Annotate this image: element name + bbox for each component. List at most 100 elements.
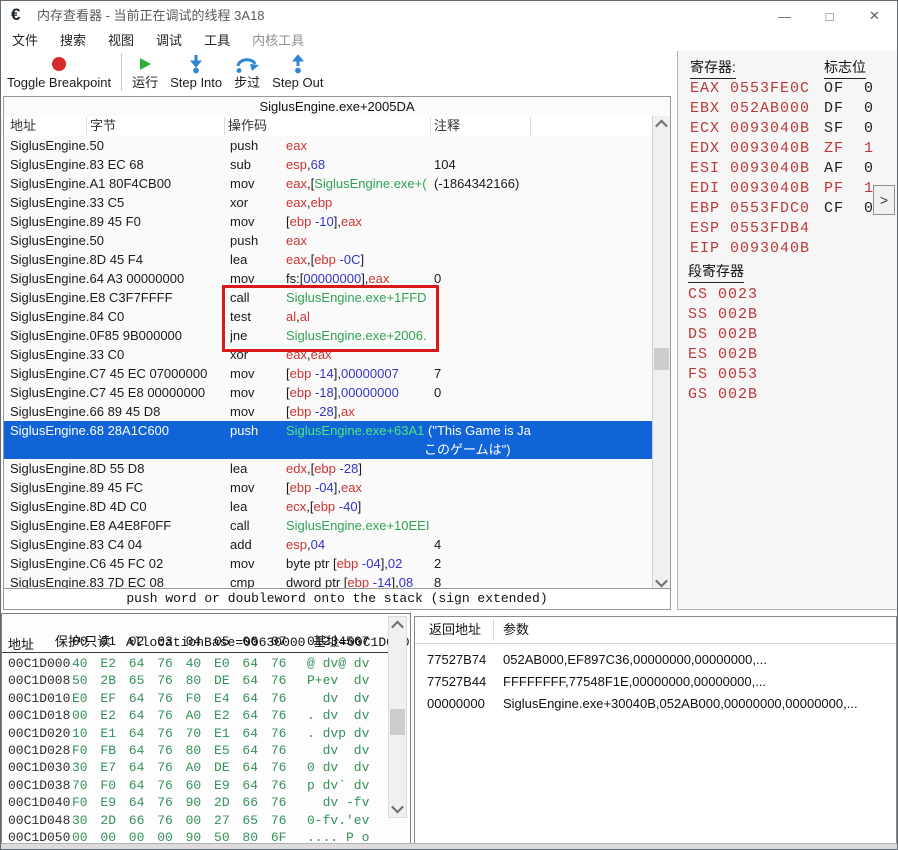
disasm-row[interactable]: SiglusEngine.33 C0xoreax,eax	[4, 345, 653, 364]
stack-panel: 返回地址 参数 77527B74052AB000,EF897C36,000000…	[414, 616, 897, 846]
register-row-edi[interactable]: EDI 0093040B	[690, 179, 810, 199]
column-opcode[interactable]: 操作码	[228, 116, 267, 136]
disasm-address-bytes: SiglusEngine.E8 A4E8F0FF	[10, 516, 226, 535]
hex-scrollbar[interactable]	[388, 616, 407, 818]
register-row-edx[interactable]: EDX 0093040B	[690, 139, 810, 159]
stack-params: 052AB000,EF897C36,00000000,00000000,...	[503, 649, 767, 671]
column-address[interactable]: 地址	[10, 116, 36, 136]
return-address-header: 返回地址	[429, 617, 481, 643]
disasm-string-continuation: このゲームは")	[424, 440, 511, 459]
minimize-button[interactable]: —	[762, 1, 807, 31]
menu-item-内核工具[interactable]: 内核工具	[241, 31, 315, 51]
disasm-row[interactable]: SiglusEngine.8D 4D C0leaecx,[ebp -40]	[4, 497, 653, 516]
hex-address: 00C1D048	[8, 812, 70, 830]
disasm-row[interactable]: SiglusEngine.84 C0testal,al	[4, 307, 653, 326]
scroll-up-button[interactable]	[653, 116, 670, 133]
hex-address: 00C1D028	[8, 742, 70, 760]
disasm-row[interactable]: SiglusEngine.C7 45 EC 07000000mov[ebp -1…	[4, 364, 653, 383]
flag-row-of[interactable]: OF 0	[824, 79, 874, 99]
window-title: 内存查看器 - 当前正在调试的线程 3A18	[37, 1, 265, 31]
disasm-operands: SiglusEngine.exe+63A1 ("This Game is Ja	[286, 421, 531, 440]
register-row-esp[interactable]: ESP 0553FDB4	[690, 219, 810, 239]
disasm-row[interactable]: SiglusEngine.89 45 F0mov[ebp -10],eax	[4, 212, 653, 231]
disassembly-panel: SiglusEngine.exe+2005DA 地址 字节 操作码 注释 Sig…	[3, 96, 671, 610]
close-button[interactable]: ✕	[852, 1, 897, 31]
hex-address: 00C1D010	[8, 690, 70, 708]
segment-row-ss[interactable]: SS 002B	[688, 305, 758, 325]
menu-item-调试[interactable]: 调试	[145, 31, 193, 51]
disasm-mnemonic: lea	[230, 497, 284, 516]
expand-registers-button[interactable]: >	[873, 185, 895, 215]
disasm-row[interactable]: SiglusEngine.83 C4 04addesp,044	[4, 535, 653, 554]
menu-item-视图[interactable]: 视图	[97, 31, 145, 51]
disasm-mnemonic: mov	[230, 174, 284, 193]
column-bytes[interactable]: 字节	[90, 116, 116, 136]
hex-ascii: 0-fv.'ev	[307, 812, 369, 830]
register-row-eip[interactable]: EIP 0093040B	[690, 239, 810, 259]
hex-scroll-down-button[interactable]	[389, 800, 406, 817]
disasm-row[interactable]: SiglusEngine.64 A3 00000000movfs:[000000…	[4, 269, 653, 288]
disasm-row[interactable]: SiglusEngine.33 C5xoreax,ebp	[4, 193, 653, 212]
run-button[interactable]: 运行	[126, 51, 164, 91]
disasm-operands: ecx,[ebp -40]	[286, 497, 432, 516]
step-over-button[interactable]: 步过	[228, 51, 266, 91]
segment-row-gs[interactable]: GS 002B	[688, 385, 758, 405]
hex-scroll-thumb[interactable]	[390, 709, 405, 735]
disasm-mnemonic: lea	[230, 250, 284, 269]
disasm-row[interactable]: SiglusEngine.68 28A1C600pushSiglusEngine…	[4, 421, 653, 459]
toolbar-separator	[121, 53, 122, 91]
disasm-row[interactable]: SiglusEngine.66 89 45 D8mov[ebp -28],ax	[4, 402, 653, 421]
menu-item-工具[interactable]: 工具	[193, 31, 241, 51]
segment-row-cs[interactable]: CS 0023	[688, 285, 758, 305]
flag-row-af[interactable]: AF 0	[824, 159, 874, 179]
segment-row-fs[interactable]: FS 0053	[688, 365, 758, 385]
flag-row-pf[interactable]: PF 1	[824, 179, 874, 199]
disasm-row[interactable]: SiglusEngine.E8 A4E8F0FFcallSiglusEngine…	[4, 516, 653, 535]
hex-scroll-up-button[interactable]	[389, 617, 406, 634]
disasm-row[interactable]: SiglusEngine.8D 45 F4leaeax,[ebp -0C]	[4, 250, 653, 269]
register-row-esi[interactable]: ESI 0093040B	[690, 159, 810, 179]
register-row-ecx[interactable]: ECX 0093040B	[690, 119, 810, 139]
disasm-operands: SiglusEngine.exe+2006.	[286, 326, 432, 345]
disasm-address-bytes: SiglusEngine.C7 45 EC 07000000	[10, 364, 226, 383]
disasm-operands: eax,ebp	[286, 193, 432, 212]
disasm-mnemonic: push	[230, 231, 284, 250]
disasm-row[interactable]: SiglusEngine.8D 55 D8leaedx,[ebp -28]	[4, 459, 653, 478]
disasm-operands: fs:[00000000],eax	[286, 269, 432, 288]
disasm-address-bytes: SiglusEngine.8D 45 F4	[10, 250, 226, 269]
disasm-row[interactable]: SiglusEngine.50pusheax	[4, 231, 653, 250]
flags-title: 标志位	[824, 57, 866, 79]
register-row-ebx[interactable]: EBX 052AB000	[690, 99, 810, 119]
flag-row-zf[interactable]: ZF 1	[824, 139, 874, 159]
disasm-scrollbar[interactable]	[652, 116, 670, 591]
step-into-button[interactable]: Step Into	[164, 51, 228, 91]
disasm-comment: 7	[434, 364, 441, 383]
flag-row-df[interactable]: DF 0	[824, 99, 874, 119]
flag-row-cf[interactable]: CF 0	[824, 199, 874, 219]
register-row-eax[interactable]: EAX 0553FE0C	[690, 79, 810, 99]
flag-row-sf[interactable]: SF 0	[824, 119, 874, 139]
hex-address: 00C1D040	[8, 794, 70, 812]
hex-bytes: 00 E2 64 76 A0 E2 64 76	[72, 707, 286, 725]
run-icon	[137, 53, 153, 75]
hexdump-panel: 保护:只读 AllocationBase=00630000 基址=00C1D00…	[1, 613, 411, 846]
maximize-button[interactable]: □	[807, 1, 852, 31]
disasm-address-bytes: SiglusEngine.8D 4D C0	[10, 497, 226, 516]
column-comment[interactable]: 注释	[434, 116, 460, 136]
disasm-row[interactable]: SiglusEngine.A1 80F4CB00moveax,[SiglusEn…	[4, 174, 653, 193]
scroll-thumb[interactable]	[654, 348, 669, 370]
disasm-row[interactable]: SiglusEngine.C6 45 FC 02movbyte ptr [ebp…	[4, 554, 653, 573]
disasm-row[interactable]: SiglusEngine.89 45 FCmov[ebp -04],eax	[4, 478, 653, 497]
step-out-button[interactable]: Step Out	[266, 51, 329, 91]
menu-item-搜索[interactable]: 搜索	[49, 31, 97, 51]
disasm-row[interactable]: SiglusEngine.E8 C3F7FFFFcallSiglusEngine…	[4, 288, 653, 307]
menu-item-文件[interactable]: 文件	[1, 31, 49, 51]
disasm-row[interactable]: SiglusEngine.50pusheax	[4, 136, 653, 155]
segment-row-es[interactable]: ES 002B	[688, 345, 758, 365]
segment-row-ds[interactable]: DS 002B	[688, 325, 758, 345]
disasm-row[interactable]: SiglusEngine.83 EC 68subesp,68104	[4, 155, 653, 174]
register-row-ebp[interactable]: EBP 0553FDC0	[690, 199, 810, 219]
toggle-breakpoint-button[interactable]: Toggle Breakpoint	[1, 51, 117, 91]
disasm-row[interactable]: SiglusEngine.C7 45 E8 00000000mov[ebp -1…	[4, 383, 653, 402]
disasm-row[interactable]: SiglusEngine.0F85 9B000000jneSiglusEngin…	[4, 326, 653, 345]
